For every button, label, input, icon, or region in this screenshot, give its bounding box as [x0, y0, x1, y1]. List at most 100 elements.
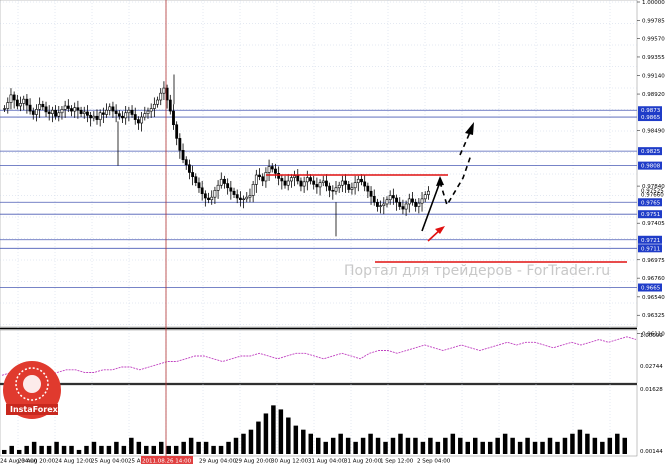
candle-body — [363, 181, 367, 187]
volume-bar — [502, 433, 508, 454]
level-label: 0.9751 — [641, 212, 660, 218]
candle-body — [325, 180, 328, 187]
candle-body — [286, 180, 290, 186]
level-label: 0.9865 — [641, 115, 661, 121]
candle-body — [248, 195, 252, 198]
candle-body — [57, 112, 61, 117]
volume-bar — [196, 441, 201, 454]
level-label: 0.9711 — [641, 246, 660, 252]
candle-body — [127, 109, 131, 114]
volume-bar — [54, 441, 59, 454]
volume-bar — [308, 433, 314, 454]
volume-bar — [91, 441, 97, 454]
candle-body — [213, 190, 217, 198]
candle-body — [207, 197, 210, 201]
volume-bar — [188, 437, 194, 454]
candle-body — [219, 178, 223, 186]
price-tick-label: 0.96540 — [642, 295, 665, 301]
volume-bar — [330, 437, 336, 454]
candle-body — [296, 175, 300, 182]
candle-body — [63, 105, 67, 110]
candle-body — [73, 107, 77, 112]
candle-body — [6, 102, 10, 109]
volume-bar — [31, 441, 37, 454]
volume-bar — [607, 437, 613, 454]
rsi-tick-top: 1.00099 — [640, 333, 663, 339]
volume-bar — [263, 413, 269, 454]
candle-body — [235, 194, 239, 199]
candle-body — [210, 196, 214, 201]
candle-body — [274, 168, 277, 174]
volume-tick-bottom: 0.00144 — [640, 449, 663, 455]
volume-bar — [106, 445, 112, 454]
candle-body — [388, 195, 392, 201]
time-label: 24 Aug 12:00 — [55, 459, 93, 465]
candle-body — [200, 187, 204, 195]
price-tick-label: 0.96325 — [642, 313, 665, 319]
candle-body — [101, 112, 105, 115]
volume-bar — [99, 445, 104, 454]
candle-body — [340, 180, 344, 186]
candle-body — [130, 109, 134, 115]
candle-body — [337, 184, 341, 189]
price-chart[interactable]: Портал для трейдеров - ForTrader.ru 1.00… — [0, 0, 665, 465]
candle-body — [216, 184, 220, 191]
candle-body — [283, 180, 287, 186]
volume-bar — [473, 437, 478, 454]
level-label: 0.9808 — [641, 164, 661, 170]
candle-body — [242, 198, 246, 201]
candle-body — [172, 110, 175, 126]
candle-body — [105, 109, 108, 115]
candle-body — [146, 110, 150, 114]
volume-bar — [547, 437, 553, 454]
price-tick-label: 0.96975 — [642, 258, 665, 264]
candle-body — [280, 178, 284, 182]
candle-body — [395, 197, 398, 203]
candle-body — [423, 194, 427, 200]
time-label: 29 Aug 20:00 — [235, 459, 273, 465]
volume-bar — [435, 441, 441, 454]
candle-body — [411, 198, 414, 203]
volume-bar — [615, 433, 620, 454]
volume-bar — [271, 405, 276, 454]
candle-body — [417, 202, 421, 207]
time-label: 25 Aug 04:00 — [91, 459, 129, 465]
candle-body — [114, 110, 118, 114]
volume-bar — [226, 441, 231, 454]
candle-body — [376, 201, 379, 207]
candle-body — [197, 182, 201, 189]
volume-bar — [443, 437, 448, 454]
volume-bar — [592, 437, 598, 454]
candle-body — [366, 185, 370, 192]
candle-body — [86, 111, 89, 116]
volume-bar — [353, 441, 358, 454]
volume-bar — [517, 441, 523, 454]
level-label: 0.9721 — [641, 238, 660, 244]
level-label: 0.9765 — [641, 200, 661, 206]
candle-body — [89, 115, 93, 119]
rsi-tick-bottom: 0.02744 — [640, 364, 663, 370]
candle-body — [391, 195, 395, 199]
price-tick-label: 0.98490 — [642, 129, 665, 135]
volume-bar — [495, 437, 500, 454]
candle-body — [92, 115, 96, 119]
volume-bar — [390, 437, 396, 454]
candle-body — [76, 107, 80, 111]
candle-body — [315, 184, 319, 188]
volume-bar — [585, 433, 590, 454]
volume-bar — [398, 433, 403, 454]
candle-body — [379, 205, 383, 207]
volume-bar — [69, 445, 74, 454]
candle-body — [404, 203, 408, 210]
volume-bar — [46, 445, 52, 454]
candle-body — [289, 177, 293, 182]
volume-bar — [540, 441, 545, 454]
time-label: 31 Aug 04:00 — [308, 459, 346, 465]
time-label: 31 Aug 20:00 — [344, 459, 382, 465]
price-tick-label: 1.00000 — [642, 0, 665, 6]
candle-body — [133, 114, 137, 120]
volume-bar — [487, 441, 493, 454]
candle-body — [331, 190, 335, 192]
candle-body — [22, 98, 26, 104]
candle-body — [82, 111, 86, 114]
